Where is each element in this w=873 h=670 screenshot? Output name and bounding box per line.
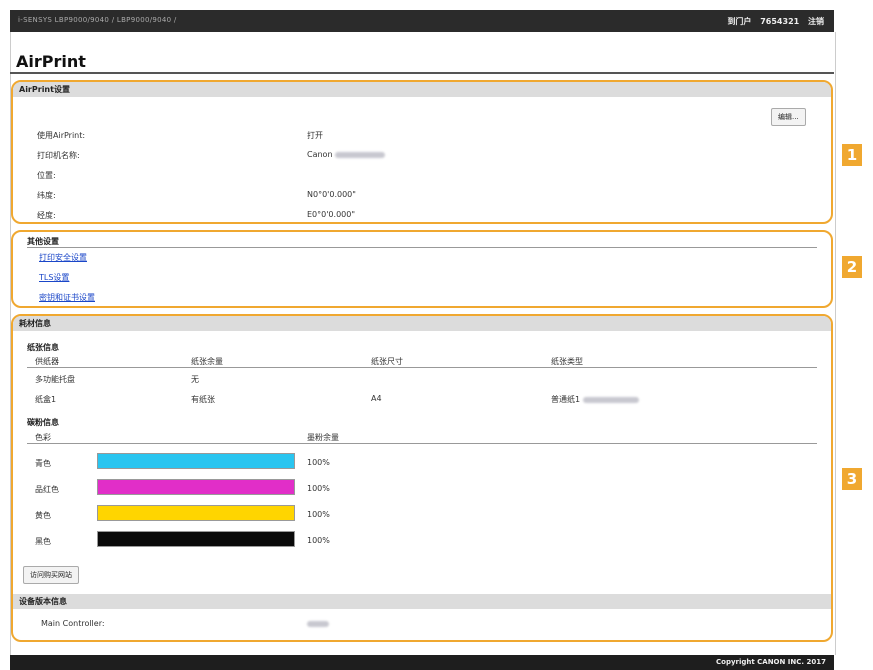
user-id: 7654321 xyxy=(760,17,800,26)
field-value: N0°0'0.000" xyxy=(307,190,356,199)
visit-purchase-site-button[interactable]: 访问购买网站 xyxy=(23,566,79,584)
toner-bar-cyan xyxy=(97,453,295,469)
table-cell: A4 xyxy=(371,394,382,403)
field-value: E0°0'0.000" xyxy=(307,210,356,219)
toner-name: 黄色 xyxy=(35,511,51,520)
paper-info-title: 纸张信息 xyxy=(27,343,59,352)
key-cert-settings-link[interactable]: 密钥和证书设置 xyxy=(39,292,95,303)
toner-name: 黑色 xyxy=(35,537,51,546)
toner-bar-yellow xyxy=(97,505,295,521)
field-value: 打开 xyxy=(307,131,323,140)
user-area: 到门户 7654321 注销 xyxy=(721,16,824,27)
edit-button[interactable]: 编辑... xyxy=(771,108,806,126)
breadcrumb: i-SENSYS LBP9000/9040 / LBP9000/9040 / xyxy=(18,16,177,24)
callout-badge-2: 2 xyxy=(842,256,862,278)
tls-settings-link[interactable]: TLS设置 xyxy=(39,272,69,283)
callout-badge-3: 3 xyxy=(842,468,862,490)
version-label: Main Controller: xyxy=(41,619,105,628)
table-cell: 多功能托盘 xyxy=(35,375,75,384)
printer-name-value: Canon xyxy=(307,150,333,159)
section-header: AirPrint设置 xyxy=(13,82,831,97)
field-label: 位置: xyxy=(37,171,56,180)
print-security-link[interactable]: 打印安全设置 xyxy=(39,252,87,263)
divider xyxy=(27,443,817,444)
airprint-settings-section: AirPrint设置 编辑... 使用AirPrint: 打开 打印机名称: C… xyxy=(11,80,833,224)
callout-badge-1: 1 xyxy=(842,144,862,166)
section-subtitle: 其他设置 xyxy=(27,237,59,246)
table-cell: 纸盒1 xyxy=(35,395,57,404)
field-label: 使用AirPrint: xyxy=(37,131,86,140)
divider xyxy=(27,247,817,248)
toner-bar-black xyxy=(97,531,295,547)
toner-level: 100% xyxy=(307,458,330,467)
toner-info-title: 碳粉信息 xyxy=(27,418,59,427)
column-header: 供纸器 xyxy=(35,357,59,366)
toner-level: 100% xyxy=(307,536,330,545)
redacted-text xyxy=(582,396,639,403)
column-header: 纸张余量 xyxy=(191,357,223,366)
field-label: 经度: xyxy=(37,211,56,220)
section-header: 耗材信息 xyxy=(13,316,831,331)
toner-bar-magenta xyxy=(97,479,295,495)
toner-level: 100% xyxy=(307,484,330,493)
table-cell: 有纸张 xyxy=(191,395,215,404)
logout-link[interactable]: 注销 xyxy=(808,17,824,26)
field-label: 打印机名称: xyxy=(37,151,80,160)
column-header: 纸张类型 xyxy=(551,357,583,366)
top-bar: i-SENSYS LBP9000/9040 / LBP9000/9040 / 到… xyxy=(10,10,834,32)
consumables-section: 耗材信息 纸张信息 供纸器 纸张余量 纸张尺寸 纸张类型 多功能托盘 无 纸盒1… xyxy=(11,314,833,642)
field-value: Canon xyxy=(307,150,386,159)
table-cell: 普通纸1 xyxy=(551,394,639,405)
field-label: 纬度: xyxy=(37,191,56,200)
portal-link[interactable]: 到门户 xyxy=(727,17,751,26)
divider xyxy=(27,367,817,368)
toner-name: 品红色 xyxy=(35,485,59,494)
column-header: 墨粉余量 xyxy=(307,433,339,442)
page-title-bar: AirPrint xyxy=(10,48,834,74)
footer: Copyright CANON INC. 2017 xyxy=(10,655,834,670)
paper-type-value: 普通纸1 xyxy=(551,395,581,404)
copyright-text: Copyright CANON INC. 2017 xyxy=(716,658,826,666)
other-settings-section: 其他设置 打印安全设置 TLS设置 密钥和证书设置 xyxy=(11,230,833,308)
page-title: AirPrint xyxy=(16,52,86,71)
version-section-header: 设备版本信息 xyxy=(13,594,831,609)
toner-level: 100% xyxy=(307,510,330,519)
redacted-text xyxy=(335,151,386,158)
toner-name: 青色 xyxy=(35,459,51,468)
redacted-text xyxy=(307,620,329,627)
table-cell: 无 xyxy=(191,375,199,384)
column-header: 纸张尺寸 xyxy=(371,357,403,366)
version-value xyxy=(307,619,329,628)
column-header: 色彩 xyxy=(35,433,51,442)
